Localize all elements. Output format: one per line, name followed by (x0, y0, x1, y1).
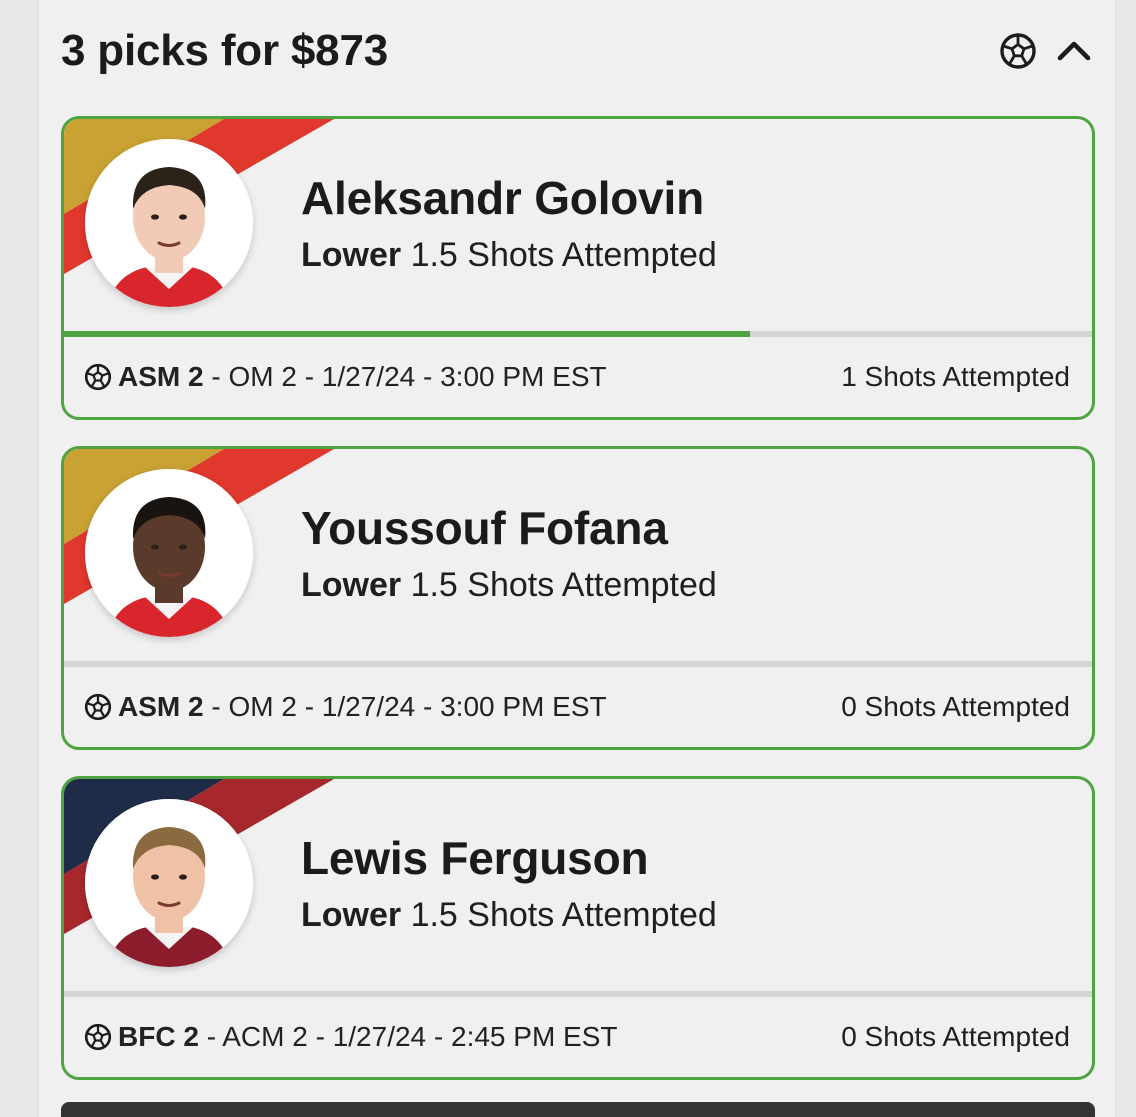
pick-stat: Shots Attempted (467, 236, 717, 274)
header-icons (999, 32, 1093, 70)
picks-header[interactable]: 3 picks for $873 (61, 16, 1097, 86)
soccer-ball-icon (84, 363, 112, 391)
pick-card-top: Youssouf Fofana Lower 1.5 Shots Attempte… (64, 449, 1092, 663)
pick-card-top: Aleksandr Golovin Lower 1.5 Shots Attemp… (64, 119, 1092, 333)
pick-card-footer: BFC 2 - ACM 2 - 1/27/24 - 2:45 PM EST 0 … (64, 997, 1092, 1077)
team1-score: BFC 2 (118, 1021, 199, 1052)
current-stat: 0 Shots Attempted (841, 691, 1070, 722)
pick-direction: Lower (301, 896, 402, 934)
soccer-ball-icon (84, 1023, 112, 1051)
player-avatar (85, 469, 253, 637)
chevron-up-icon[interactable] (1055, 32, 1093, 70)
pick-card-footer: ASM 2 - OM 2 - 1/27/24 - 3:00 PM EST 1 S… (64, 337, 1092, 417)
pick-line-value: 1.5 (410, 896, 458, 934)
pick-stat: Shots Attempted (467, 896, 717, 934)
pick-card-footer: ASM 2 - OM 2 - 1/27/24 - 3:00 PM EST 0 S… (64, 667, 1092, 747)
team1-score: ASM 2 (118, 691, 204, 722)
pick-line: Lower 1.5 Shots Attempted (301, 566, 717, 605)
pick-line-value: 1.5 (410, 566, 458, 604)
player-avatar (85, 139, 253, 307)
player-name: Lewis Ferguson (301, 832, 649, 884)
game-info: ASM 2 - OM 2 - 1/27/24 - 3:00 PM EST (84, 691, 607, 723)
pick-direction: Lower (301, 566, 402, 604)
pick-line-value: 1.5 (410, 236, 458, 274)
team1-score: ASM 2 (118, 361, 204, 392)
pick-line: Lower 1.5 Shots Attempted (301, 236, 717, 275)
game-info: BFC 2 - ACM 2 - 1/27/24 - 2:45 PM EST (84, 1021, 618, 1053)
current-stat: 0 Shots Attempted (841, 1021, 1070, 1052)
game-details: - OM 2 - 1/27/24 - 3:00 PM EST (211, 361, 607, 392)
player-avatar (85, 799, 253, 967)
picks-summary-title: 3 picks for $873 (61, 26, 388, 75)
pick-card-top: Lewis Ferguson Lower 1.5 Shots Attempted (64, 779, 1092, 993)
picks-panel: 3 picks for $873 Aleksandr Golovin Lower… (38, 0, 1116, 1117)
pick-card[interactable]: Lewis Ferguson Lower 1.5 Shots Attempted… (61, 776, 1095, 1080)
player-name: Aleksandr Golovin (301, 172, 705, 224)
pick-card[interactable]: Aleksandr Golovin Lower 1.5 Shots Attemp… (61, 116, 1095, 420)
soccer-ball-icon (999, 32, 1037, 70)
game-info: ASM 2 - OM 2 - 1/27/24 - 3:00 PM EST (84, 361, 607, 393)
game-details: - ACM 2 - 1/27/24 - 2:45 PM EST (206, 1021, 618, 1052)
game-details: - OM 2 - 1/27/24 - 3:00 PM EST (211, 691, 607, 722)
pick-direction: Lower (301, 236, 402, 274)
bottom-action-bar[interactable] (61, 1102, 1095, 1117)
current-stat: 1 Shots Attempted (841, 361, 1070, 392)
player-name: Youssouf Fofana (301, 502, 668, 554)
pick-line: Lower 1.5 Shots Attempted (301, 896, 717, 935)
soccer-ball-icon (84, 693, 112, 721)
pick-stat: Shots Attempted (467, 566, 717, 604)
pick-card[interactable]: Youssouf Fofana Lower 1.5 Shots Attempte… (61, 446, 1095, 750)
